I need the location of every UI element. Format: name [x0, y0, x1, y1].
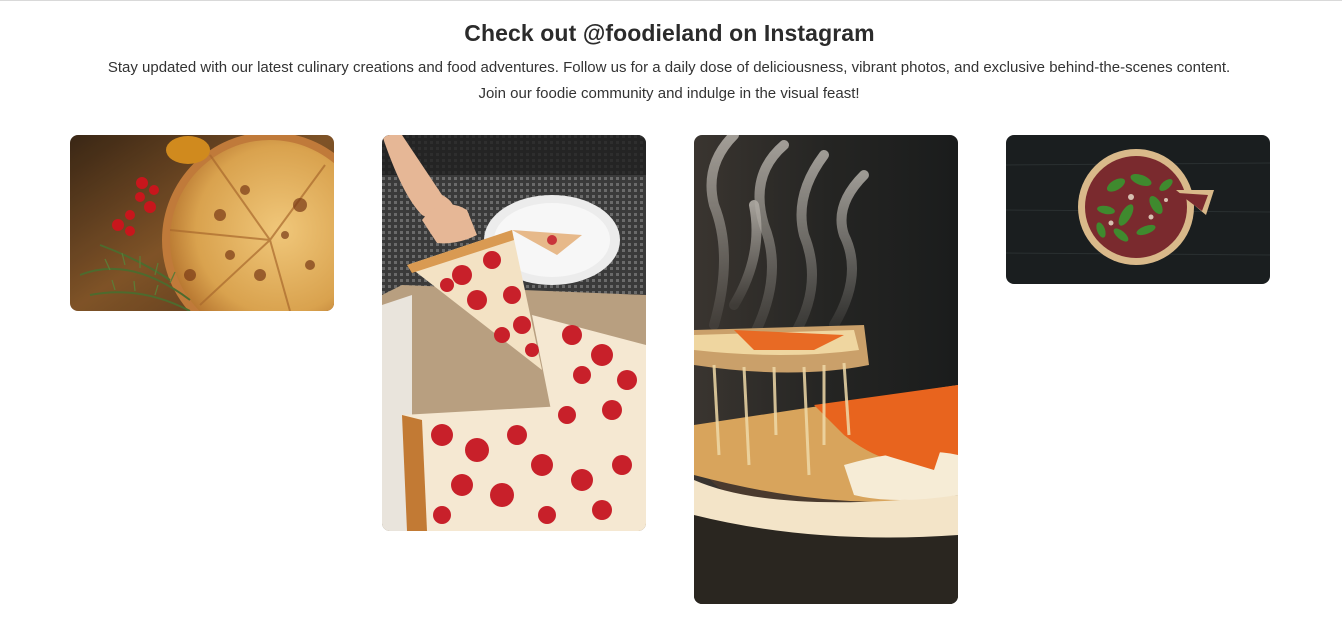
- instagram-post-2[interactable]: [382, 135, 646, 531]
- instagram-post-4[interactable]: [1006, 135, 1270, 284]
- post-image-pepperoni-pizza: [382, 135, 646, 531]
- instagram-post-1[interactable]: [70, 135, 334, 311]
- top-divider: [0, 0, 1342, 1]
- post-image-steaming-pizza: [694, 135, 958, 604]
- post-image-pizza-tomatoes: [70, 135, 334, 311]
- description-line-2: Join our foodie community and indulge in…: [478, 85, 860, 102]
- instagram-post-3[interactable]: [694, 135, 958, 604]
- post-image-arugula-pizza: [1006, 135, 1270, 284]
- description-line-1: Stay updated with our latest culinary cr…: [107, 59, 1231, 76]
- section-title: Check out @foodieland on Instagram: [464, 20, 875, 46]
- section-description: Stay updated with our latest culinary cr…: [60, 55, 1278, 107]
